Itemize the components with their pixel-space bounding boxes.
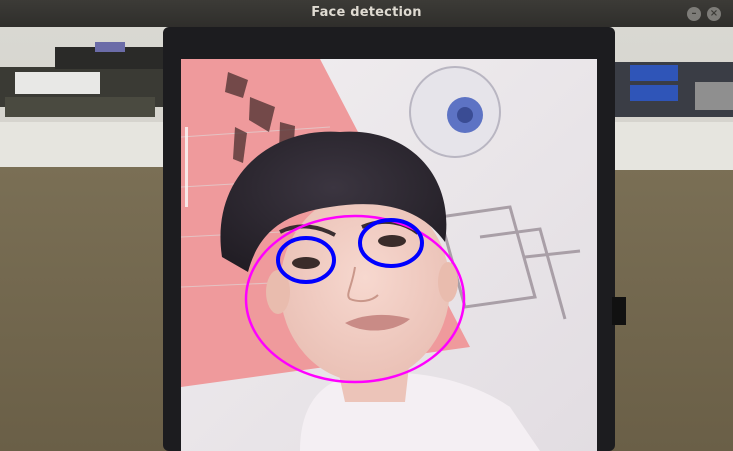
face-detection-window: Face detection – × (0, 0, 733, 451)
title-bar[interactable]: Face detection – × (0, 0, 733, 27)
camera-image (0, 27, 733, 451)
desk-fan (409, 66, 501, 158)
window-title: Face detection (311, 5, 422, 20)
circuit-board-right (610, 62, 733, 117)
close-icon[interactable]: × (707, 7, 721, 21)
shelf-right (600, 122, 733, 170)
screen-scrollbar (185, 127, 188, 207)
phone-screen (181, 59, 597, 451)
shelf-left (0, 122, 170, 167)
minimize-icon[interactable]: – (687, 7, 701, 21)
phone-side-button (612, 297, 626, 325)
camera-frame (0, 27, 733, 451)
